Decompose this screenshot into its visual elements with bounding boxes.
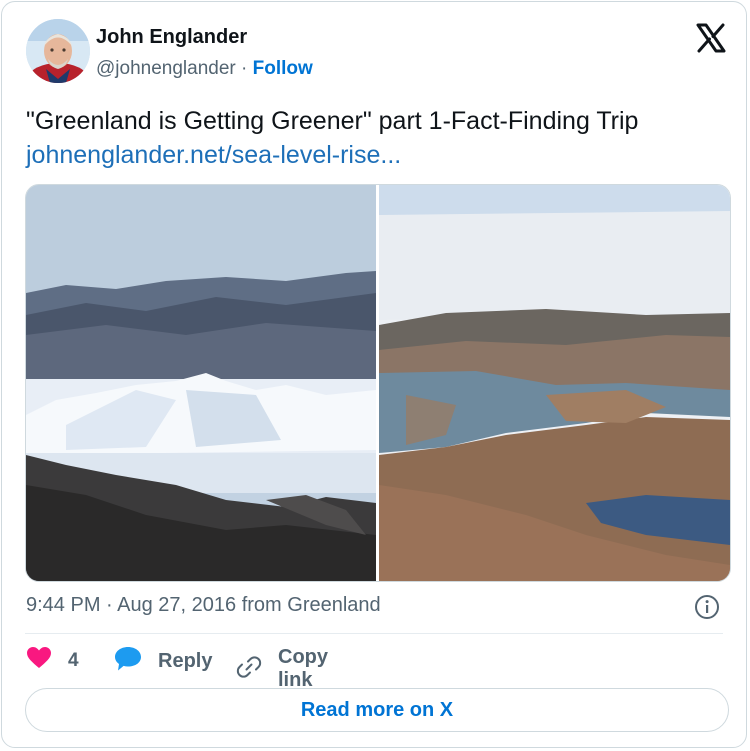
reply-label: Reply <box>158 650 213 672</box>
copy-link-button[interactable]: Copy link <box>236 646 328 692</box>
handle-separator: · <box>235 58 253 79</box>
tweet-card: John Englander @johnenglander · Follow "… <box>1 1 747 748</box>
handle-row: @johnenglander · Follow <box>96 58 313 80</box>
tweet-timestamp[interactable]: 9:44 PM · Aug 27, 2016 from Greenland <box>26 594 381 617</box>
x-logo-icon[interactable] <box>695 22 727 54</box>
reply-button[interactable]: Reply <box>114 646 212 677</box>
tweet-link[interactable]: johnenglander.net/sea-level-rise... <box>26 138 401 172</box>
author-handle[interactable]: @johnenglander <box>96 58 236 79</box>
speech-bubble-icon <box>114 646 142 677</box>
media-image-icebergs[interactable] <box>26 185 376 581</box>
media-image-landscape[interactable] <box>379 185 730 581</box>
tweet-text: "Greenland is Getting Greener" part 1-Fa… <box>26 107 639 135</box>
media-grid[interactable] <box>25 184 731 582</box>
like-button[interactable]: 4 <box>26 646 79 675</box>
avatar[interactable] <box>26 19 90 83</box>
author-name[interactable]: John Englander <box>96 26 247 49</box>
heart-icon <box>26 646 52 675</box>
read-more-button[interactable]: Read more on X <box>25 688 729 732</box>
info-icon[interactable] <box>694 594 720 620</box>
follow-button[interactable]: Follow <box>253 58 313 79</box>
divider <box>25 633 723 634</box>
like-count: 4 <box>68 649 79 671</box>
link-icon <box>236 654 262 685</box>
copy-link-label: Copy link <box>278 646 328 691</box>
